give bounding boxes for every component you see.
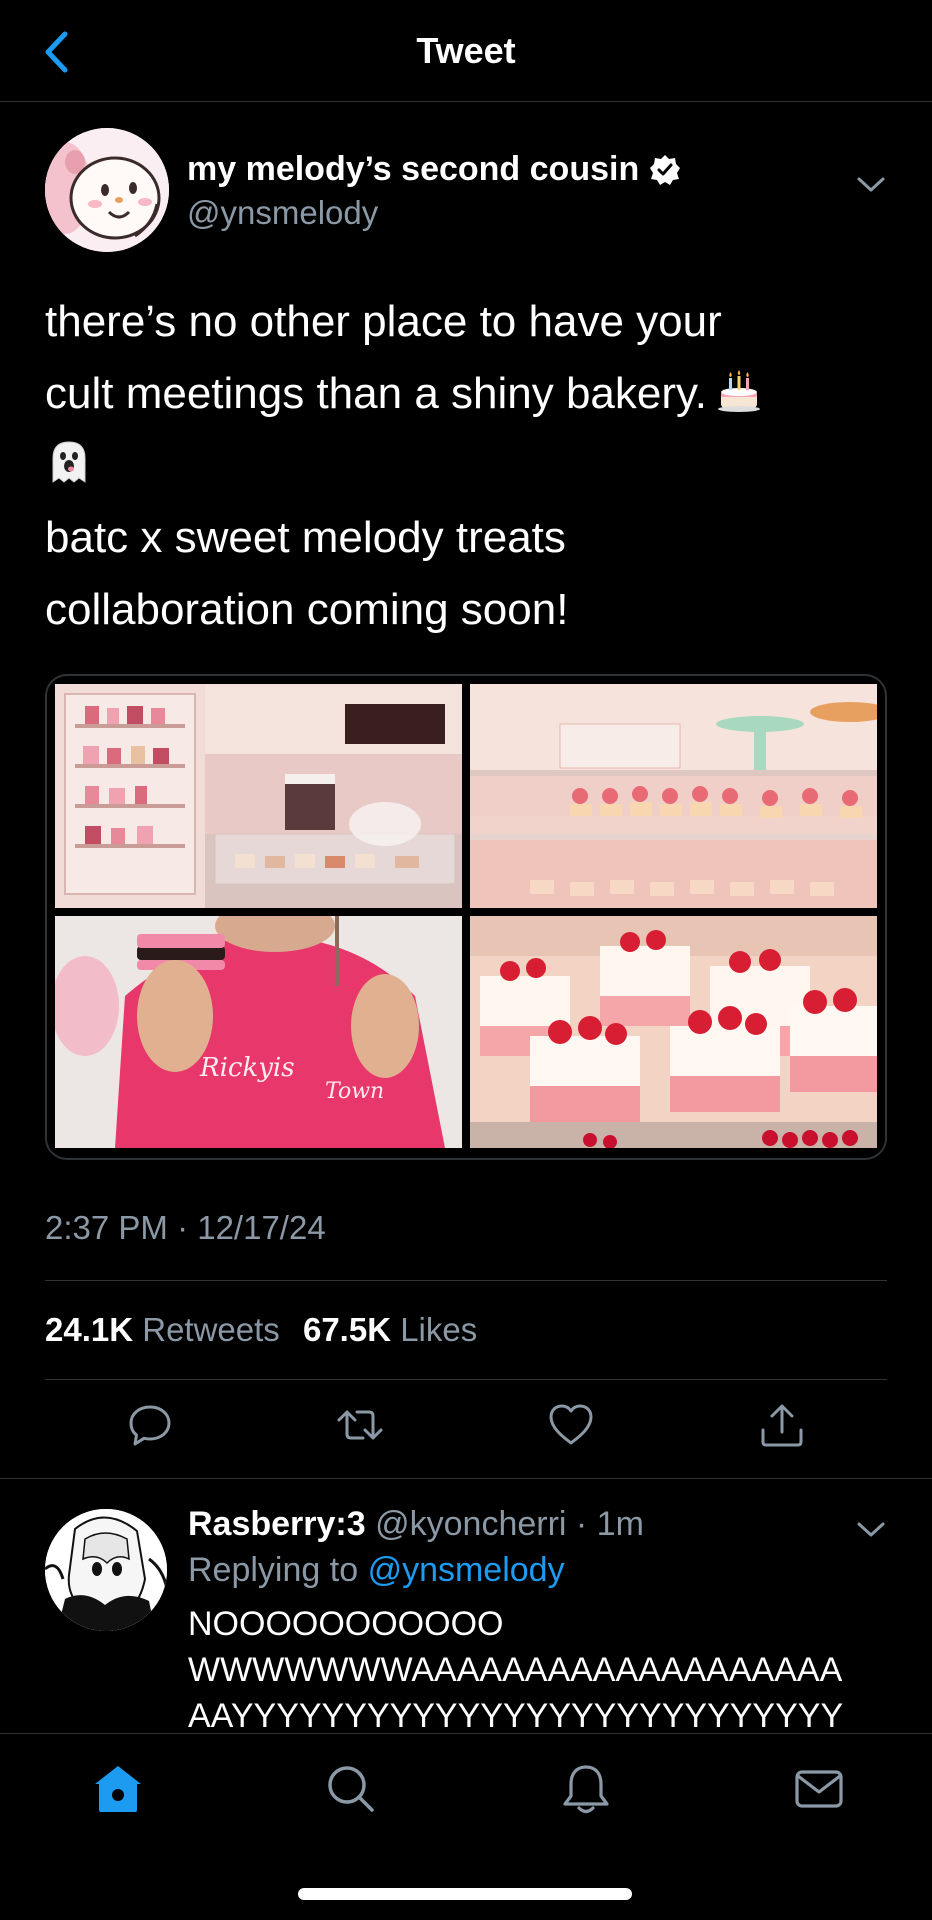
- reply-tweet[interactable]: Rasberry:3 @kyoncherri · 1m Replying to …: [0, 1478, 932, 1734]
- home-indicator: [298, 1888, 632, 1900]
- likes-count[interactable]: 67.5K: [303, 1311, 391, 1348]
- reply-icon[interactable]: [125, 1400, 175, 1450]
- reply-avatar-image: [45, 1509, 167, 1631]
- photo-bakery-interior[interactable]: [55, 684, 462, 908]
- tweet-timestamp: 2:37 PM · 12/17/24: [45, 1209, 326, 1246]
- svg-text:Rickyis: Rickyis: [199, 1053, 295, 1083]
- likes-label[interactable]: Likes: [400, 1311, 477, 1348]
- messages-icon[interactable]: [792, 1762, 846, 1816]
- tweet-line: collaboration coming soon!: [45, 585, 569, 634]
- divider: [45, 1379, 887, 1380]
- verified-badge-icon: [650, 154, 681, 185]
- ghost-emoji-icon: [52, 441, 86, 483]
- retweets-label[interactable]: Retweets: [142, 1311, 280, 1348]
- tweet-text: there’s no other place to have your cult…: [45, 286, 887, 646]
- like-icon[interactable]: [546, 1400, 596, 1450]
- reply-line: Nooooooooooo: [188, 1605, 504, 1643]
- notifications-icon[interactable]: [559, 1762, 613, 1816]
- tweet-author: my melody’s second cousin @ynsmelody: [45, 128, 887, 252]
- share-icon[interactable]: [757, 1400, 807, 1450]
- photo-pink-shirt[interactable]: Rickyis Town: [55, 916, 462, 1148]
- tweet-stats: 24.1K Retweets 67.5K Likes: [45, 1311, 491, 1349]
- search-icon[interactable]: [324, 1762, 378, 1816]
- divider: [45, 1280, 887, 1281]
- replying-mention-link[interactable]: @ynsmelody: [368, 1551, 565, 1589]
- reply-author-name[interactable]: Rasberry:3: [188, 1505, 366, 1543]
- home-icon[interactable]: [91, 1762, 145, 1816]
- photo-strawberry-cakes[interactable]: [470, 916, 877, 1148]
- tweet-emoji-line: [45, 430, 887, 502]
- top-bar: Tweet: [0, 0, 932, 102]
- reply-line: aayyyyyyyyyyyyyyyyyyyyyyyyyyy: [188, 1697, 844, 1734]
- tweet-actions: [0, 1400, 932, 1460]
- retweet-icon[interactable]: [335, 1400, 385, 1450]
- avatar-image: [45, 128, 169, 252]
- birthday-cake-emoji-icon: [717, 370, 760, 412]
- replying-prefix: Replying to: [188, 1551, 359, 1589]
- reply-meta: @kyoncherri · 1m: [375, 1505, 644, 1543]
- replying-to: Replying to @ynsmelody: [188, 1551, 565, 1590]
- reply-line: wwwwwwwaaaaaaaaaaaaaaaaaaa: [188, 1651, 843, 1689]
- tweet-line: batc x sweet melody treats: [45, 513, 566, 562]
- svg-text:Town: Town: [325, 1079, 384, 1104]
- reply-text: Nooooooooooo wwwwwwwaaaaaaaaaaaaaaaaaaa …: [188, 1601, 908, 1734]
- author-handle[interactable]: @ynsmelody: [187, 194, 378, 232]
- avatar[interactable]: [45, 128, 169, 252]
- tweet-line: there’s no other place to have your: [45, 297, 722, 346]
- retweets-count[interactable]: 24.1K: [45, 1311, 133, 1348]
- more-options-chevron-icon[interactable]: [855, 174, 887, 196]
- media-grid: Rickyis Town: [45, 674, 887, 1160]
- tweet-line-with-emoji: cult meetings than a shiny bakery.: [45, 358, 887, 430]
- author-name-text: my melody’s second cousin: [187, 150, 640, 188]
- reply-avatar[interactable]: [45, 1509, 167, 1631]
- reply-header: Rasberry:3 @kyoncherri · 1m: [188, 1505, 644, 1544]
- page-title: Tweet: [416, 30, 516, 71]
- author-name[interactable]: my melody’s second cousin: [187, 150, 681, 189]
- tweet-line: cult meetings than a shiny bakery.: [45, 369, 707, 418]
- reply-more-options-chevron-icon[interactable]: [855, 1519, 887, 1541]
- photo-pastry-display[interactable]: [470, 684, 877, 908]
